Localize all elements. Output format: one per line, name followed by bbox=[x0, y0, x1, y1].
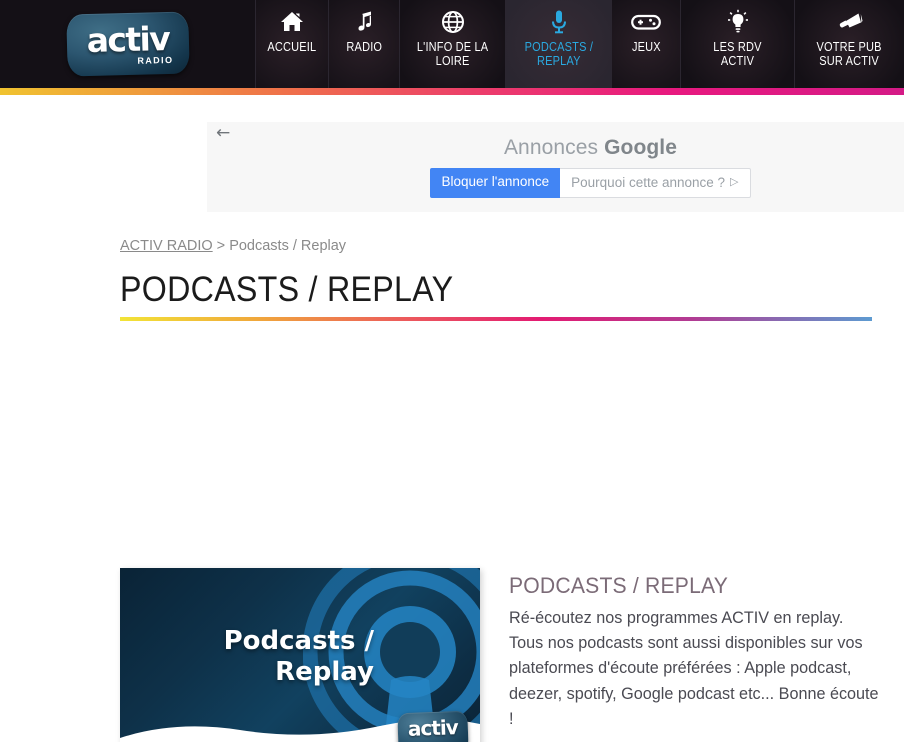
nav-label-radio: RADIO bbox=[346, 40, 382, 54]
article-description: Ré-écoutez nos programmes ACTIV en repla… bbox=[509, 609, 879, 728]
header-gradient-bar bbox=[0, 88, 904, 95]
nav-item-les-rdv-activ[interactable]: LES RDV ACTIV bbox=[680, 0, 794, 88]
logo-badge: activ RADIO bbox=[65, 11, 190, 77]
ad-annonces-label: Annonces Google bbox=[504, 136, 677, 160]
microphone-icon bbox=[549, 6, 569, 38]
why-this-ad-label: Pourquoi cette annonce ? bbox=[571, 175, 726, 190]
globe-icon bbox=[441, 6, 465, 38]
ad-annonces-text: Annonces bbox=[503, 136, 605, 159]
article-card: Podcasts / Replay activ PODCASTS / REPLA… bbox=[0, 568, 904, 742]
nav-label-jeux: JEUX bbox=[631, 40, 661, 54]
thumbnail-activ-logo: activ RADIO bbox=[397, 710, 469, 742]
nav-item-info-loire[interactable]: L'INFO DE LA LOIRE bbox=[399, 0, 505, 88]
nav-label-podcasts-replay: PODCASTS / REPLAY bbox=[524, 40, 593, 68]
title-gradient-rule bbox=[120, 317, 872, 321]
breadcrumb-separator: > bbox=[212, 238, 230, 254]
nav-label-info-loire: L'INFO DE LA LOIRE bbox=[416, 40, 489, 68]
gamepad-icon bbox=[631, 6, 661, 38]
block-ad-button[interactable]: Bloquer l'annonce bbox=[430, 168, 561, 198]
megaphone-icon bbox=[836, 6, 864, 38]
breadcrumb: ACTIV RADIO > Podcasts / Replay bbox=[120, 212, 904, 254]
breadcrumb-current: Podcasts / Replay bbox=[229, 238, 347, 254]
ad-google-text: Google bbox=[604, 136, 678, 159]
page-title: PODCASTS / REPLAY bbox=[120, 270, 454, 309]
article-text-block: PODCASTS / REPLAY Ré-écoutez nos program… bbox=[509, 568, 879, 742]
thumbnail-title: Podcasts / Replay bbox=[223, 626, 374, 687]
nav-items-list: ACCUEIL RADIO L'INFO DE LA LOIRE PODCAST… bbox=[255, 0, 904, 88]
article-thumbnail[interactable]: Podcasts / Replay activ bbox=[120, 568, 480, 742]
why-this-ad-button[interactable]: Pourquoi cette annonce ? ▷ bbox=[560, 168, 751, 198]
breadcrumb-root-link[interactable]: ACTIV RADIO bbox=[120, 238, 213, 254]
nav-item-jeux[interactable]: JEUX bbox=[611, 0, 680, 88]
article-card-inner: Podcasts / Replay activ PODCASTS / REPLA… bbox=[120, 568, 904, 742]
article-title[interactable]: PODCASTS / REPLAY bbox=[509, 573, 857, 599]
play-triangle-icon: ▷ bbox=[730, 176, 739, 188]
nav-label-accueil: ACCUEIL bbox=[267, 40, 317, 54]
logo-subtext: RADIO bbox=[136, 54, 174, 66]
nav-label-votre-pub: VOTRE PUB SUR ACTIV bbox=[816, 40, 883, 68]
nav-label-les-rdv-activ: LES RDV ACTIV bbox=[713, 40, 762, 68]
home-icon bbox=[279, 6, 305, 38]
lightbulb-icon bbox=[725, 6, 751, 38]
ad-buttons-group: Bloquer l'annonce Pourquoi cette annonce… bbox=[430, 168, 751, 198]
main-content: ACTIV RADIO > Podcasts / Replay PODCASTS… bbox=[0, 212, 904, 742]
nav-item-podcasts-replay[interactable]: PODCASTS / REPLAY bbox=[505, 0, 611, 88]
thumbnail-logo-text: activ bbox=[407, 715, 459, 741]
music-note-icon bbox=[353, 6, 375, 38]
nav-item-radio[interactable]: RADIO bbox=[328, 0, 399, 88]
site-logo[interactable]: activ RADIO bbox=[0, 0, 255, 88]
ad-center-group: Annonces Google Bloquer l'annonce Pourqu… bbox=[207, 136, 904, 198]
top-navigation-bar: activ RADIO ACCUEIL RADIO L'INFO DE LA L… bbox=[0, 0, 904, 88]
google-ad-panel: ← Annonces Google Bloquer l'annonce Pour… bbox=[207, 122, 904, 212]
nav-item-accueil[interactable]: ACCUEIL bbox=[255, 0, 328, 88]
nav-item-votre-pub[interactable]: VOTRE PUB SUR ACTIV bbox=[794, 0, 904, 88]
